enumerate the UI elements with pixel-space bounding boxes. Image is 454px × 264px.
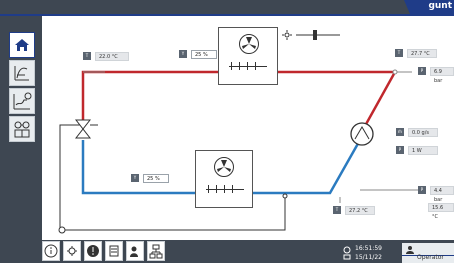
t2-label: T [395, 49, 403, 57]
evaporator-unit [195, 150, 253, 208]
info-icon [44, 244, 58, 258]
mdot-label: ṁ [396, 128, 404, 136]
info-button[interactable] [42, 241, 60, 261]
t4-value: 27.2 °C [345, 206, 375, 215]
power-label: P [396, 146, 404, 154]
fan-blades-icon [242, 37, 256, 49]
user-settings-button[interactable] [126, 241, 144, 261]
p2-value: 4.4 bar [430, 186, 454, 203]
y2-label: Y [131, 174, 139, 182]
time-display: 16:51:59 [355, 245, 382, 252]
user-icon [406, 246, 414, 254]
t2-value: 27.7 °C [407, 49, 437, 58]
t4-label: T [333, 206, 341, 214]
data-log-button[interactable] [105, 241, 123, 261]
p2-label: P [418, 186, 426, 194]
p1-value: 6.9 bar [430, 67, 454, 84]
fan-blades-icon [217, 160, 231, 172]
alert-icon [87, 245, 99, 257]
y1-value[interactable]: 25 % [191, 50, 217, 59]
clock-icon [343, 246, 351, 260]
alarm-button[interactable] [84, 241, 102, 261]
condenser-unit [218, 27, 278, 85]
user-gear-icon [130, 246, 138, 257]
gear-icon [67, 246, 77, 256]
p1-label: P [418, 67, 426, 75]
document-icon [109, 245, 119, 257]
network-button[interactable] [147, 241, 165, 261]
t1-value: 22.0 °C [95, 52, 129, 61]
t3-value: 15.6 °C [428, 203, 454, 220]
settings-button[interactable] [63, 241, 81, 261]
power-value: 1 W [408, 146, 438, 155]
mdot-value: 0.0 g/s [408, 128, 438, 137]
y2-value[interactable]: 25 % [143, 174, 169, 183]
date-display: 15/11/22 [355, 254, 382, 261]
user-name: Operator [417, 254, 444, 261]
y1-label: Y [179, 50, 187, 58]
t1-label: T [83, 52, 91, 60]
network-icon [149, 244, 163, 259]
